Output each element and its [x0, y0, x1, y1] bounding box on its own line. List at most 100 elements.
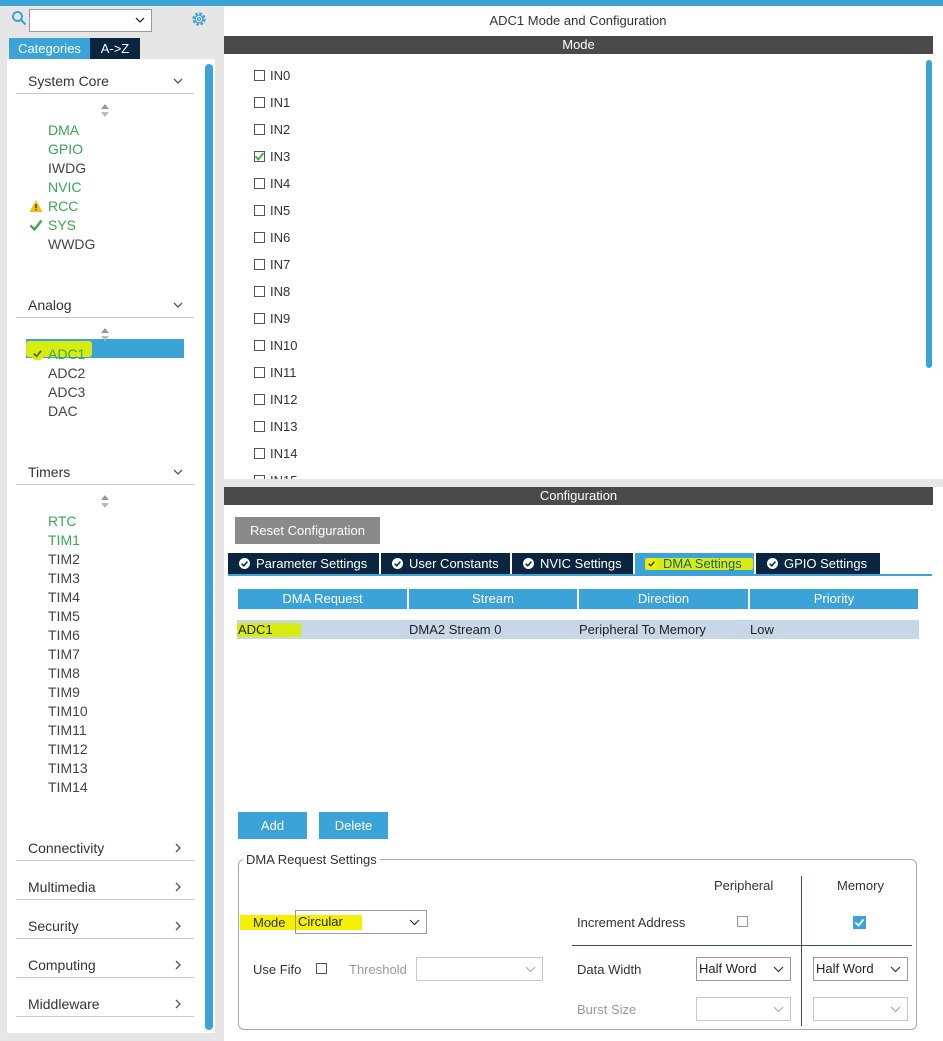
- category-middleware[interactable]: Middleware: [16, 995, 194, 1017]
- channel-checkbox[interactable]: [254, 448, 265, 459]
- channel-list-scrollbar[interactable]: [926, 60, 932, 368]
- category-timers[interactable]: Timers: [16, 463, 194, 485]
- sidebar-item-dma[interactable]: DMA: [48, 121, 79, 139]
- search-input[interactable]: [29, 9, 152, 32]
- tab-parameter-settings[interactable]: Parameter Settings: [228, 553, 379, 574]
- channel-label: IN5: [270, 203, 291, 218]
- column-header-priority[interactable]: Priority: [750, 589, 918, 609]
- tab-a-to-z[interactable]: A->Z: [90, 38, 140, 59]
- sidebar-item-tim11[interactable]: TIM11: [48, 721, 87, 739]
- burst-size-label: Burst Size: [577, 1002, 637, 1017]
- check-icon: [254, 152, 265, 161]
- sidebar-item-tim5[interactable]: TIM5: [48, 607, 80, 625]
- category-label: Middleware: [28, 996, 100, 1012]
- channel-checkbox[interactable]: [254, 394, 265, 405]
- delete-button[interactable]: Delete: [319, 812, 388, 839]
- peripheral-burst-size-select[interactable]: [696, 997, 791, 1021]
- sidebar-item-rcc[interactable]: RCC: [48, 197, 78, 215]
- sidebar-item-tim7[interactable]: TIM7: [48, 645, 80, 663]
- chevron-down-icon[interactable]: [134, 14, 146, 26]
- memory-burst-size-select[interactable]: [813, 997, 908, 1021]
- category-multimedia[interactable]: Multimedia: [16, 878, 194, 900]
- tab-user-constants[interactable]: User Constants: [381, 553, 510, 574]
- category-label: System Core: [28, 73, 109, 89]
- sidebar-item-wwdg[interactable]: WWDG: [48, 235, 95, 253]
- sidebar-item-tim9[interactable]: TIM9: [48, 683, 80, 701]
- category-system-core[interactable]: System Core: [16, 72, 194, 94]
- channel-label: IN3: [270, 149, 291, 164]
- channel-checkbox[interactable]: [254, 124, 265, 135]
- channel-checkbox[interactable]: [254, 70, 265, 81]
- tab-gpio-settings[interactable]: GPIO Settings: [756, 553, 880, 574]
- search-icon[interactable]: [11, 10, 27, 26]
- sidebar-item-adc1[interactable]: ADC1: [48, 345, 85, 363]
- category-security[interactable]: Security: [16, 917, 194, 939]
- sidebar-item-tim2[interactable]: TIM2: [48, 550, 80, 568]
- pane-splitter[interactable]: [224, 479, 943, 487]
- sidebar-item-tim12[interactable]: TIM12: [48, 740, 88, 758]
- chevron-down-icon: [773, 1006, 784, 1013]
- channel-checkbox[interactable]: [254, 259, 265, 270]
- tab-categories[interactable]: Categories: [9, 38, 90, 59]
- threshold-label: Threshold: [349, 962, 407, 977]
- check-circle-icon: [767, 558, 778, 569]
- add-button[interactable]: Add: [238, 812, 307, 839]
- sidebar-item-tim10[interactable]: TIM10: [48, 702, 88, 720]
- sidebar-item-tim4[interactable]: TIM4: [48, 588, 80, 606]
- tab-dma-settings[interactable]: DMA Settings: [635, 553, 754, 574]
- category-analog[interactable]: Analog: [16, 296, 194, 318]
- peripheral-data-width-select[interactable]: Half Word: [696, 957, 791, 981]
- channel-checkbox[interactable]: [254, 151, 265, 162]
- sidebar-item-tim14[interactable]: TIM14: [48, 778, 88, 796]
- category-label: Analog: [28, 297, 72, 313]
- channel-label: IN10: [270, 338, 298, 353]
- category-connectivity[interactable]: Connectivity: [16, 839, 194, 861]
- reset-configuration-button[interactable]: Reset Configuration: [235, 517, 380, 544]
- configuration-section-header: Configuration: [224, 487, 933, 505]
- peripheral-column-header: Peripheral: [714, 878, 774, 893]
- peripheral-increment-checkbox[interactable]: [737, 916, 748, 927]
- sidebar-item-nvic[interactable]: NVIC: [48, 178, 81, 196]
- channel-checkbox[interactable]: [254, 340, 265, 351]
- mode-select[interactable]: Circular: [295, 910, 427, 934]
- check-circle-icon: [523, 558, 534, 569]
- category-list-scrollbar[interactable]: [205, 64, 213, 1030]
- category-label: Timers: [28, 464, 71, 480]
- table-row[interactable]: [237, 620, 919, 639]
- channel-checkbox[interactable]: [254, 286, 265, 297]
- gear-icon[interactable]: [190, 10, 208, 28]
- memory-increment-checkbox[interactable]: [853, 916, 866, 929]
- sidebar-item-adc3[interactable]: ADC3: [48, 383, 85, 401]
- tab-label: DMA Settings: [663, 556, 742, 571]
- sidebar-item-adc2[interactable]: ADC2: [48, 364, 85, 382]
- chevron-down-icon: [525, 966, 536, 973]
- column-header-direction[interactable]: Direction: [579, 589, 748, 609]
- channel-checkbox[interactable]: [254, 97, 265, 108]
- column-header-dma-request[interactable]: DMA Request: [238, 589, 407, 609]
- use-fifo-checkbox[interactable]: [316, 963, 327, 974]
- tab-nvic-settings[interactable]: NVIC Settings: [512, 553, 633, 574]
- sidebar-item-gpio[interactable]: GPIO: [48, 140, 83, 158]
- sidebar-item-tim13[interactable]: TIM13: [48, 759, 88, 777]
- sidebar-item-tim8[interactable]: TIM8: [48, 664, 80, 682]
- row-divider: [572, 945, 912, 946]
- category-computing[interactable]: Computing: [16, 956, 194, 978]
- channel-checkbox[interactable]: [254, 205, 265, 216]
- sidebar-item-tim3[interactable]: TIM3: [48, 569, 80, 587]
- memory-data-width-select[interactable]: Half Word: [813, 957, 908, 981]
- channel-checkbox[interactable]: [254, 367, 265, 378]
- sidebar-item-dac[interactable]: DAC: [48, 402, 78, 420]
- check-icon: [29, 219, 43, 232]
- channel-checkbox[interactable]: [254, 313, 265, 324]
- channel-checkbox[interactable]: [254, 232, 265, 243]
- column-header-stream[interactable]: Stream: [409, 589, 577, 609]
- threshold-select[interactable]: [416, 957, 543, 981]
- channel-checkbox[interactable]: [254, 421, 265, 432]
- sidebar-item-iwdg[interactable]: IWDG: [48, 159, 86, 177]
- sidebar-item-sys[interactable]: SYS: [48, 216, 76, 234]
- channel-checkbox[interactable]: [254, 178, 265, 189]
- sidebar-item-tim1[interactable]: TIM1: [48, 531, 80, 549]
- sidebar-item-rtc[interactable]: RTC: [48, 512, 77, 530]
- tab-underline: [228, 574, 932, 576]
- sidebar-item-tim6[interactable]: TIM6: [48, 626, 80, 644]
